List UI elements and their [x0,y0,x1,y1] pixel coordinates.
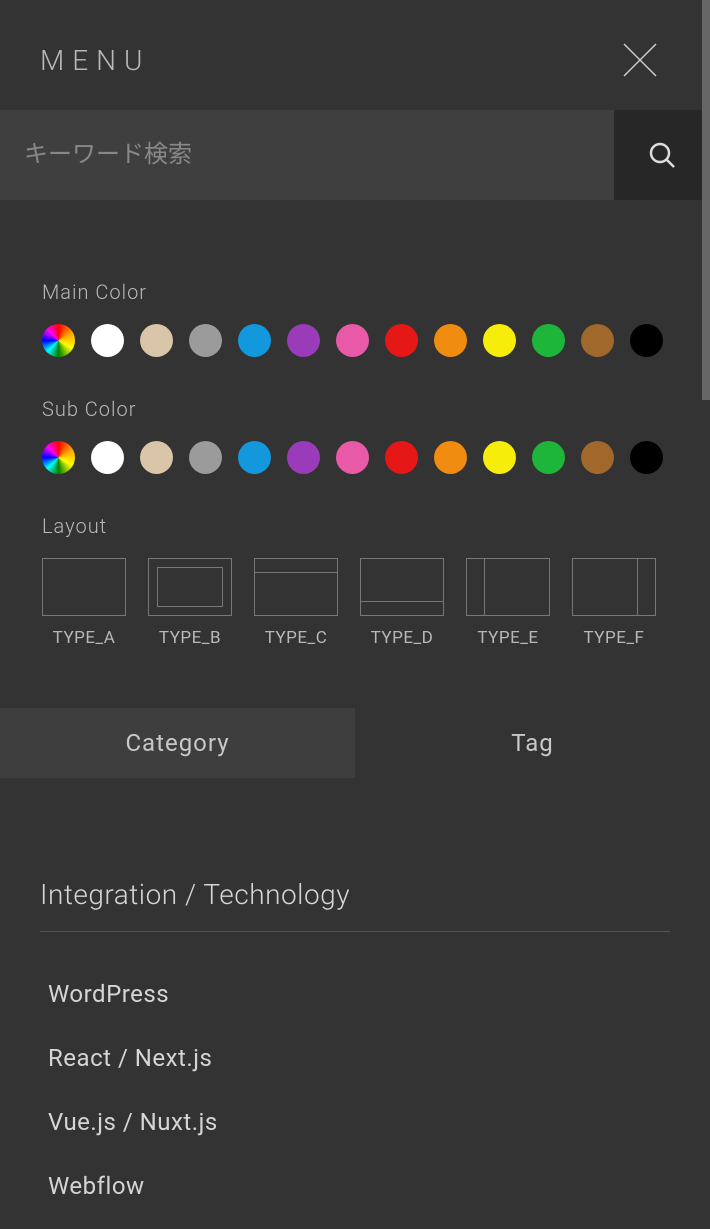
layout-option-c[interactable]: TYPE_C [254,558,338,648]
layout-option-e[interactable]: TYPE_E [466,558,550,648]
tag-section: Integration / Technology WordPressReact … [0,778,710,1218]
layout-options: TYPE_A TYPE_B TYPE_C TYPE_D TYPE_E TYPE_F [42,558,668,648]
sub-color-swatch-green[interactable] [532,441,565,474]
layout-option-b[interactable]: TYPE_B [148,558,232,648]
sub-color-swatch-black[interactable] [630,441,663,474]
layout-thumbnail-c [254,558,338,616]
layout-thumbnail-b [148,558,232,616]
sub-color-swatch-gray[interactable] [189,441,222,474]
sub-color-label: Sub Color [42,397,668,421]
main-color-swatch-purple[interactable] [287,324,320,357]
sub-color-swatch-orange[interactable] [434,441,467,474]
layout-thumbnail-f [572,558,656,616]
main-color-swatch-beige[interactable] [140,324,173,357]
search-input[interactable] [0,110,614,200]
menu-title: MENU [40,44,150,77]
layout-label-c: TYPE_C [265,628,328,648]
sub-color-swatches [42,441,668,474]
main-color-swatch-yellow[interactable] [483,324,516,357]
main-color-swatch-pink[interactable] [336,324,369,357]
sub-color-swatch-blue[interactable] [238,441,271,474]
header: MENU [0,0,710,110]
main-color-label: Main Color [42,280,668,304]
main-color-swatch-blue[interactable] [238,324,271,357]
tag-item[interactable]: Vue.js / Nuxt.js [40,1090,670,1154]
layout-label-e: TYPE_E [477,628,538,648]
layout-option-a[interactable]: TYPE_A [42,558,126,648]
close-button[interactable] [620,40,660,80]
layout-label-b: TYPE_B [159,628,221,648]
tag-item[interactable]: WordPress [40,962,670,1026]
tag-item[interactable]: Webflow [40,1154,670,1218]
search-row [0,110,710,200]
tabs: Category Tag [0,708,710,778]
main-color-swatch-green[interactable] [532,324,565,357]
sub-color-swatch-red[interactable] [385,441,418,474]
layout-label: Layout [42,514,668,538]
sub-color-swatch-yellow[interactable] [483,441,516,474]
layout-label-d: TYPE_D [371,628,434,648]
tab-tag[interactable]: Tag [355,708,710,778]
tag-item[interactable]: React / Next.js [40,1026,670,1090]
main-color-swatch-orange[interactable] [434,324,467,357]
search-button[interactable] [614,110,710,200]
layout-label-f: TYPE_F [584,628,645,648]
sub-color-swatch-brown[interactable] [581,441,614,474]
main-color-swatch-gray[interactable] [189,324,222,357]
main-color-swatch-black[interactable] [630,324,663,357]
main-color-swatch-brown[interactable] [581,324,614,357]
layout-thumbnail-a [42,558,126,616]
search-icon [648,141,676,169]
main-color-swatch-white[interactable] [91,324,124,357]
layout-thumbnail-d [360,558,444,616]
layout-label-a: TYPE_A [53,628,116,648]
main-color-swatches [42,324,668,357]
close-icon [622,42,658,78]
section-title: Integration / Technology [40,878,670,932]
sub-color-swatch-beige[interactable] [140,441,173,474]
tag-list: WordPressReact / Next.jsVue.js / Nuxt.js… [40,932,670,1218]
filters: Main Color Sub Color Layout TYPE_A TYPE_B… [0,200,710,708]
sub-color-swatch-rainbow[interactable] [42,441,75,474]
layout-thumbnail-e [466,558,550,616]
main-color-swatch-rainbow[interactable] [42,324,75,357]
layout-option-d[interactable]: TYPE_D [360,558,444,648]
sub-color-swatch-purple[interactable] [287,441,320,474]
tab-category[interactable]: Category [0,708,355,778]
sub-color-swatch-white[interactable] [91,441,124,474]
scrollbar[interactable] [702,0,710,400]
sub-color-swatch-pink[interactable] [336,441,369,474]
layout-option-f[interactable]: TYPE_F [572,558,656,648]
main-color-swatch-red[interactable] [385,324,418,357]
